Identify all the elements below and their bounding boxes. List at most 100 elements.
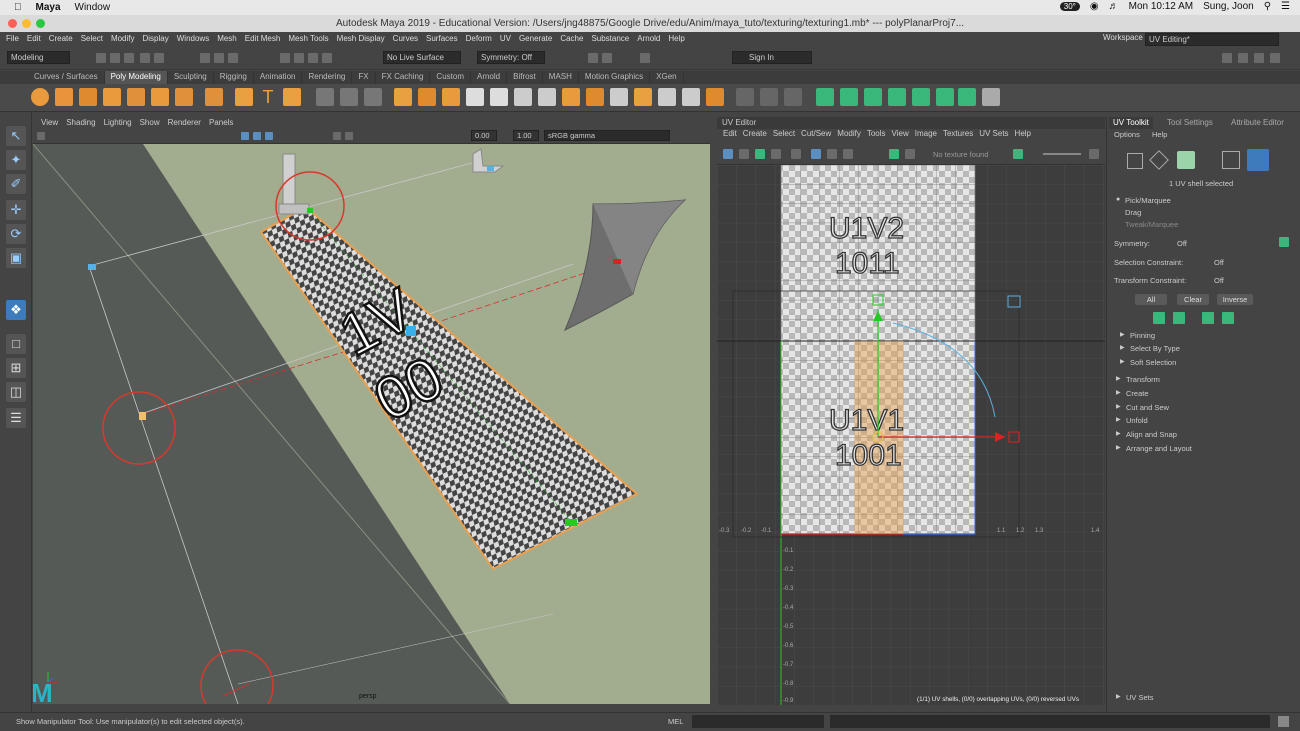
manip-red-handle[interactable] xyxy=(613,259,621,264)
section-create[interactable]: Create xyxy=(1126,389,1149,398)
menu-mesh[interactable]: Mesh xyxy=(217,34,237,43)
separate-icon[interactable] xyxy=(340,88,358,106)
menu-mesh-display[interactable]: Mesh Display xyxy=(337,34,385,43)
layout-uv-icon[interactable] xyxy=(936,88,954,106)
menu-select[interactable]: Select xyxy=(81,34,103,43)
select-all-button[interactable]: All xyxy=(1135,294,1167,305)
shelf-tab-animation[interactable]: Animation xyxy=(254,71,303,84)
menu-create[interactable]: Create xyxy=(49,34,73,43)
shelf-tab-fx[interactable]: FX xyxy=(352,71,376,84)
poly-torus-icon[interactable] xyxy=(127,88,145,106)
render-icon[interactable] xyxy=(588,53,598,63)
uv-mode-icon[interactable] xyxy=(1222,151,1240,169)
render-settings-icon[interactable] xyxy=(640,53,650,63)
snap-grid-icon[interactable] xyxy=(280,53,290,63)
platonic-solid-icon[interactable] xyxy=(205,88,223,106)
uv-distortion-icon[interactable] xyxy=(771,149,781,159)
uv-image-toggle-icon[interactable] xyxy=(889,149,899,159)
show-manipulator-tool-icon[interactable]: ❖ xyxy=(6,300,26,320)
tab-attribute-editor[interactable]: Attribute Editor xyxy=(1227,117,1288,129)
poly-disc-icon[interactable] xyxy=(175,88,193,106)
viewport-menu-show[interactable]: Show xyxy=(140,118,160,130)
uv-menu-image[interactable]: Image xyxy=(915,129,937,142)
shelf-tab-mash[interactable]: MASH xyxy=(543,71,579,84)
make-hole-icon[interactable] xyxy=(514,88,532,106)
menu-deform[interactable]: Deform xyxy=(466,34,492,43)
viewport-menu-panels[interactable]: Panels xyxy=(209,118,233,130)
toggle-attribute-editor-icon[interactable] xyxy=(1238,53,1248,63)
lasso-tool-icon[interactable]: ✦ xyxy=(6,150,26,170)
fill-hole-icon[interactable] xyxy=(490,88,508,106)
camera-uv-icon[interactable] xyxy=(888,88,906,106)
wireframe-shading-icon[interactable] xyxy=(241,132,249,140)
menu-arnold[interactable]: Arnold xyxy=(637,34,660,43)
workspace-dropdown[interactable]: UV Editing* xyxy=(1145,33,1279,46)
connect-icon[interactable] xyxy=(610,88,628,106)
sign-in-button[interactable]: Sign In xyxy=(732,51,812,64)
user-name[interactable]: Sung, Joon xyxy=(1203,1,1254,12)
colorspace-dropdown[interactable]: sRGB gamma xyxy=(544,130,670,141)
new-scene-icon[interactable] xyxy=(96,53,106,63)
menu-curves[interactable]: Curves xyxy=(393,34,418,43)
section-align-and-snap[interactable]: Align and Snap xyxy=(1126,430,1177,439)
uv-menu-cut-sew[interactable]: Cut/Sew xyxy=(801,129,831,142)
toggle-modeling-toolkit-icon[interactable] xyxy=(1222,53,1232,63)
section-uv-sets[interactable]: UV Sets xyxy=(1126,693,1154,702)
section-unfold[interactable]: Unfold xyxy=(1126,416,1148,425)
menu-substance[interactable]: Substance xyxy=(591,34,629,43)
close-window-button[interactable] xyxy=(8,19,17,28)
cut-uv-icon[interactable] xyxy=(982,88,1000,106)
ipr-render-icon[interactable] xyxy=(602,53,612,63)
uv-image-display-icon[interactable] xyxy=(827,149,837,159)
textured-icon[interactable] xyxy=(265,132,273,140)
uv-menu-uv-sets[interactable]: UV Sets xyxy=(979,129,1008,142)
mirror-icon[interactable] xyxy=(658,88,676,106)
section-pinning[interactable]: Pinning xyxy=(1130,331,1155,340)
uv-pixel-snap-icon[interactable] xyxy=(811,149,821,159)
snap-point-icon[interactable] xyxy=(308,53,318,63)
command-language-toggle[interactable]: MEL xyxy=(668,717,683,726)
section-select-by-type[interactable]: Select By Type xyxy=(1130,344,1180,353)
script-editor-icon[interactable] xyxy=(1278,716,1289,727)
section-cut-and-sew[interactable]: Cut and Sew xyxy=(1126,403,1169,412)
panel-menu-options[interactable]: Options xyxy=(1114,130,1140,139)
poly-cone-icon[interactable] xyxy=(103,88,121,106)
menuset-dropdown[interactable]: Modeling xyxy=(7,51,70,64)
symmetry-dropdown[interactable]: Symmetry: Off xyxy=(477,51,545,64)
shelf-tab-motion-graphics[interactable]: Motion Graphics xyxy=(579,71,651,84)
outliner-layout-icon[interactable]: ☰ xyxy=(6,408,26,428)
vertex-mode-icon[interactable] xyxy=(1127,153,1143,169)
uv-grid-icon[interactable] xyxy=(791,149,801,159)
face-mode-icon[interactable] xyxy=(1177,151,1195,169)
uv-menu-textures[interactable]: Textures xyxy=(943,129,973,142)
select-object-icon[interactable] xyxy=(214,53,224,63)
uv-exposure-icon[interactable] xyxy=(1013,149,1023,159)
quadrangulate-icon[interactable] xyxy=(706,88,724,106)
symmetry-options-icon[interactable] xyxy=(1279,237,1289,247)
cylindrical-uv-icon[interactable] xyxy=(864,88,882,106)
manip-green-handle[interactable] xyxy=(565,519,577,526)
two-pane-layout-icon[interactable]: ◫ xyxy=(6,382,26,402)
live-surface-field[interactable]: No Live Surface xyxy=(383,51,461,64)
poly-sphere-icon[interactable] xyxy=(31,88,49,106)
extract-icon[interactable] xyxy=(538,88,556,106)
paint-select-tool-icon[interactable]: ✐ xyxy=(6,174,26,194)
symmetry-value[interactable]: Off xyxy=(1177,239,1187,248)
uv-menu-view[interactable]: View xyxy=(892,129,909,142)
perspective-viewport[interactable]: 1V 00 M persp xyxy=(33,144,710,704)
planar-uv-icon[interactable] xyxy=(840,88,858,106)
uv-snapshot-icon[interactable] xyxy=(843,149,853,159)
shelf-tab-rigging[interactable]: Rigging xyxy=(214,71,254,84)
mode-pick-marquee[interactable]: Pick/Marquee xyxy=(1125,196,1171,205)
uv-checker-icon[interactable] xyxy=(755,149,765,159)
slide-edge-icon[interactable] xyxy=(760,88,778,106)
gamma-field[interactable]: 1.00 xyxy=(513,130,539,141)
tab-tool-settings[interactable]: Tool Settings xyxy=(1163,117,1217,129)
shrink-selection-icon[interactable] xyxy=(1222,312,1234,324)
camera-select-icon[interactable] xyxy=(37,132,45,140)
uv-menu-create[interactable]: Create xyxy=(743,129,767,142)
undo-icon[interactable] xyxy=(140,53,150,63)
viewport-menu-view[interactable]: View xyxy=(41,118,58,130)
shelf-tab-sculpting[interactable]: Sculpting xyxy=(168,71,214,84)
target-weld-icon[interactable] xyxy=(586,88,604,106)
